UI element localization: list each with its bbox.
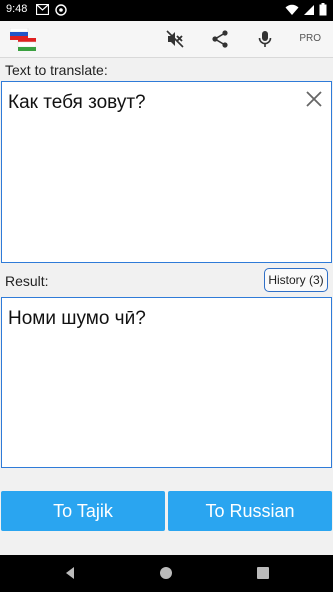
input-text: Как тебя зовут?: [8, 92, 146, 113]
status-time: 9:48: [6, 3, 28, 15]
signal-icon: [304, 4, 314, 15]
navigation-bar: [0, 555, 333, 592]
result-text: Номи шумо чӣ?: [8, 308, 146, 329]
input-label: Text to translate:: [5, 62, 108, 78]
to-tajik-button[interactable]: To Tajik: [1, 491, 165, 531]
recents-icon[interactable]: [255, 565, 271, 581]
home-icon[interactable]: [158, 565, 174, 581]
microphone-icon[interactable]: [255, 29, 275, 49]
mute-icon[interactable]: [165, 29, 185, 49]
share-icon[interactable]: [210, 29, 230, 49]
battery-icon: [319, 3, 327, 16]
back-icon[interactable]: [62, 565, 78, 581]
input-textbox[interactable]: Как тебя зовут?: [1, 81, 332, 263]
to-russian-button[interactable]: To Russian: [168, 491, 332, 531]
result-label: Result:: [5, 273, 49, 289]
clear-icon[interactable]: [303, 88, 325, 110]
russian-tajik-flag-icon: [10, 28, 36, 51]
gmail-icon: [36, 4, 49, 15]
pro-button[interactable]: PRO: [299, 33, 321, 44]
vpn-icon: [55, 4, 67, 16]
history-button[interactable]: History (3): [264, 268, 328, 292]
status-bar: 9:48: [0, 0, 333, 21]
wifi-icon: [285, 4, 299, 15]
app-bar: PRO: [0, 21, 333, 58]
result-textbox[interactable]: Номи шумо чӣ?: [1, 297, 332, 468]
